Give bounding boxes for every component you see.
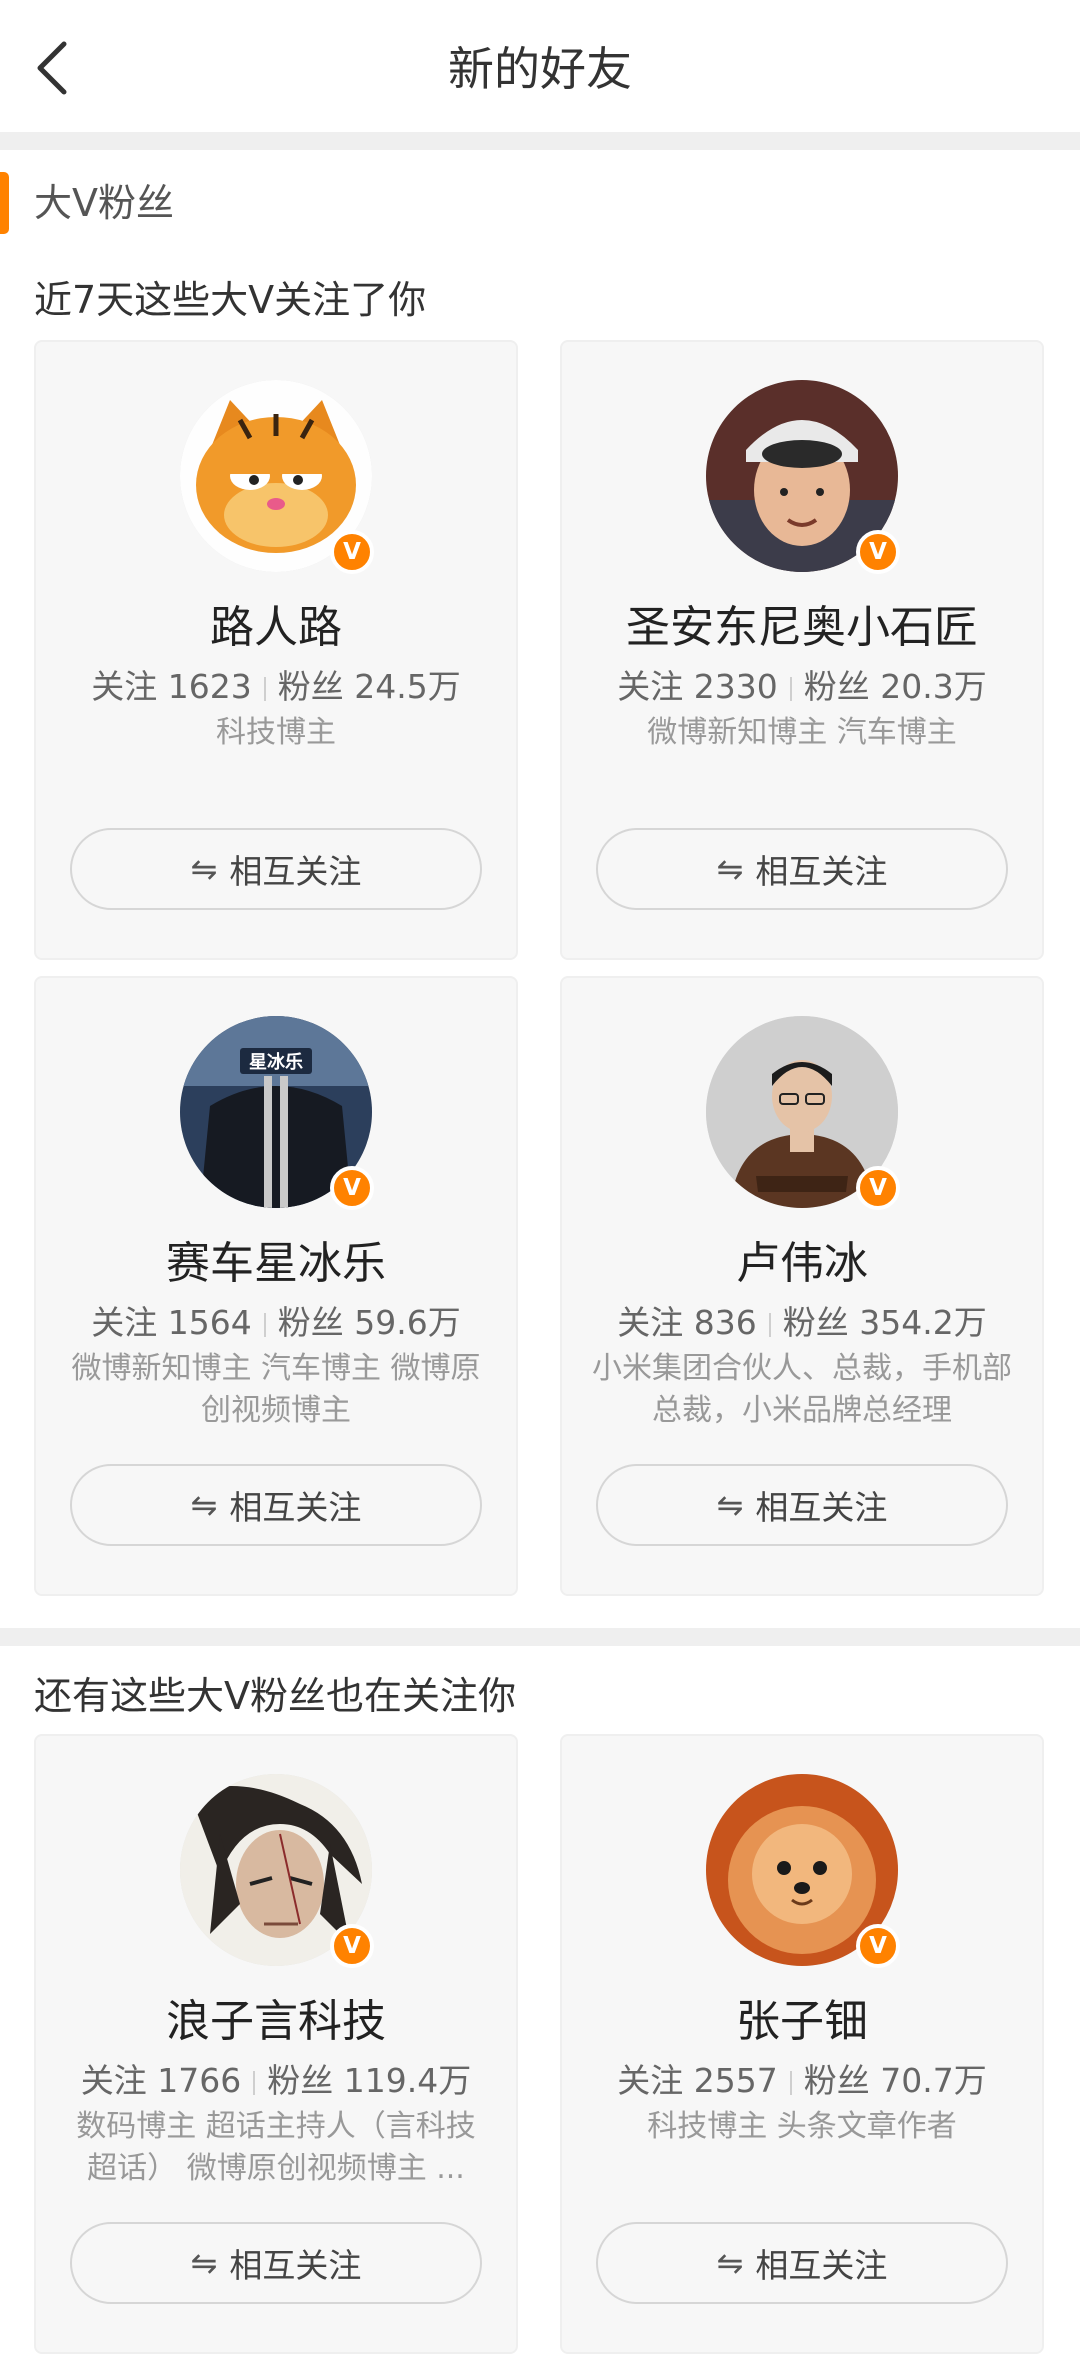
verified-v-icon: V <box>856 530 900 574</box>
user-name[interactable]: 路人路 <box>36 600 516 656</box>
svg-text:星冰乐: 星冰乐 <box>249 1051 303 1073</box>
verified-v-icon: V <box>330 1924 374 1968</box>
user-stats: 关注 1766 粉丝 119.4万 <box>80 2061 472 2100</box>
user-stats: 关注 2557 粉丝 70.7万 <box>617 2061 987 2100</box>
user-name[interactable]: 浪子言科技 <box>36 1994 516 2050</box>
user-card[interactable]: V 卢伟冰 关注 836 粉丝 354.2万 小米集团合伙人、总裁，手机部总裁，小… <box>560 976 1044 1596</box>
mutual-follow-button[interactable]: ⇋ 相互关注 <box>70 2222 482 2304</box>
mutual-follow-button[interactable]: ⇋ 相互关注 <box>70 828 482 910</box>
user-card[interactable]: V 路人路 关注 1623 粉丝 24.5万 科技博主 ⇋ 相互关注 <box>34 340 518 960</box>
user-name[interactable]: 赛车星冰乐 <box>36 1236 516 1292</box>
swap-arrows-icon: ⇋ <box>716 2244 744 2282</box>
section-title: 大V粉丝 <box>34 181 174 225</box>
user-name[interactable]: 卢伟冰 <box>562 1236 1042 1292</box>
user-card[interactable]: 星冰乐 V 赛车星冰乐 关注 1564 粉丝 59.6万 微博新知博主 汽车博主 … <box>34 976 518 1596</box>
user-name[interactable]: 张子钿 <box>562 1994 1042 2050</box>
section-accent-bar <box>0 172 9 234</box>
swap-arrows-icon: ⇋ <box>716 850 744 888</box>
user-stats: 关注 2330 粉丝 20.3万 <box>617 667 987 706</box>
mutual-follow-button[interactable]: ⇋ 相互关注 <box>70 1464 482 1546</box>
section-header: 大V粉丝 <box>0 168 1080 238</box>
mutual-follow-button[interactable]: ⇋ 相互关注 <box>596 1464 1008 1546</box>
swap-arrows-icon: ⇋ <box>190 1486 218 1524</box>
user-stats: 关注 1564 粉丝 59.6万 <box>91 1303 461 1342</box>
mutual-follow-button[interactable]: ⇋ 相互关注 <box>596 828 1008 910</box>
user-stats: 关注 1623 粉丝 24.5万 <box>91 667 461 706</box>
user-card[interactable]: V 张子钿 关注 2557 粉丝 70.7万 科技博主 头条文章作者 ⇋ 相互关注 <box>560 1734 1044 2354</box>
user-description: 科技博主 头条文章作者 <box>647 2109 957 2144</box>
mutual-follow-button[interactable]: ⇋ 相互关注 <box>596 2222 1008 2304</box>
user-description: 微博新知博主 汽车博主 微博原创视频博主 <box>71 1351 481 1428</box>
user-name[interactable]: 圣安东尼奥小石匠 <box>562 600 1042 656</box>
user-stats: 关注 836 粉丝 354.2万 <box>617 1303 987 1342</box>
group-title-others: 还有这些大V粉丝也在关注你 <box>34 1674 516 1718</box>
verified-v-icon: V <box>856 1166 900 1210</box>
top-bar: 新的好友 <box>0 0 1080 132</box>
user-description: 数码博主 超话主持人（言科技超话） 微博原创视频博主 ... <box>76 2109 476 2186</box>
user-description: 小米集团合伙人、总裁，手机部总裁，小米品牌总经理 <box>592 1351 1012 1428</box>
swap-arrows-icon: ⇋ <box>190 2244 218 2282</box>
user-description: 微博新知博主 汽车博主 <box>647 715 957 750</box>
user-card[interactable]: V 圣安东尼奥小石匠 关注 2330 粉丝 20.3万 微博新知博主 汽车博主 ⇋… <box>560 340 1044 960</box>
divider <box>0 1628 1080 1646</box>
divider <box>0 132 1080 150</box>
page-title: 新的好友 <box>448 42 632 96</box>
verified-v-icon: V <box>330 1166 374 1210</box>
verified-v-icon: V <box>330 530 374 574</box>
swap-arrows-icon: ⇋ <box>190 850 218 888</box>
swap-arrows-icon: ⇋ <box>716 1486 744 1524</box>
user-card[interactable]: V 浪子言科技 关注 1766 粉丝 119.4万 数码博主 超话主持人（言科技超… <box>34 1734 518 2354</box>
user-description: 科技博主 <box>216 715 336 750</box>
group-title-recent: 近7天这些大V关注了你 <box>34 278 427 322</box>
verified-v-icon: V <box>856 1924 900 1968</box>
